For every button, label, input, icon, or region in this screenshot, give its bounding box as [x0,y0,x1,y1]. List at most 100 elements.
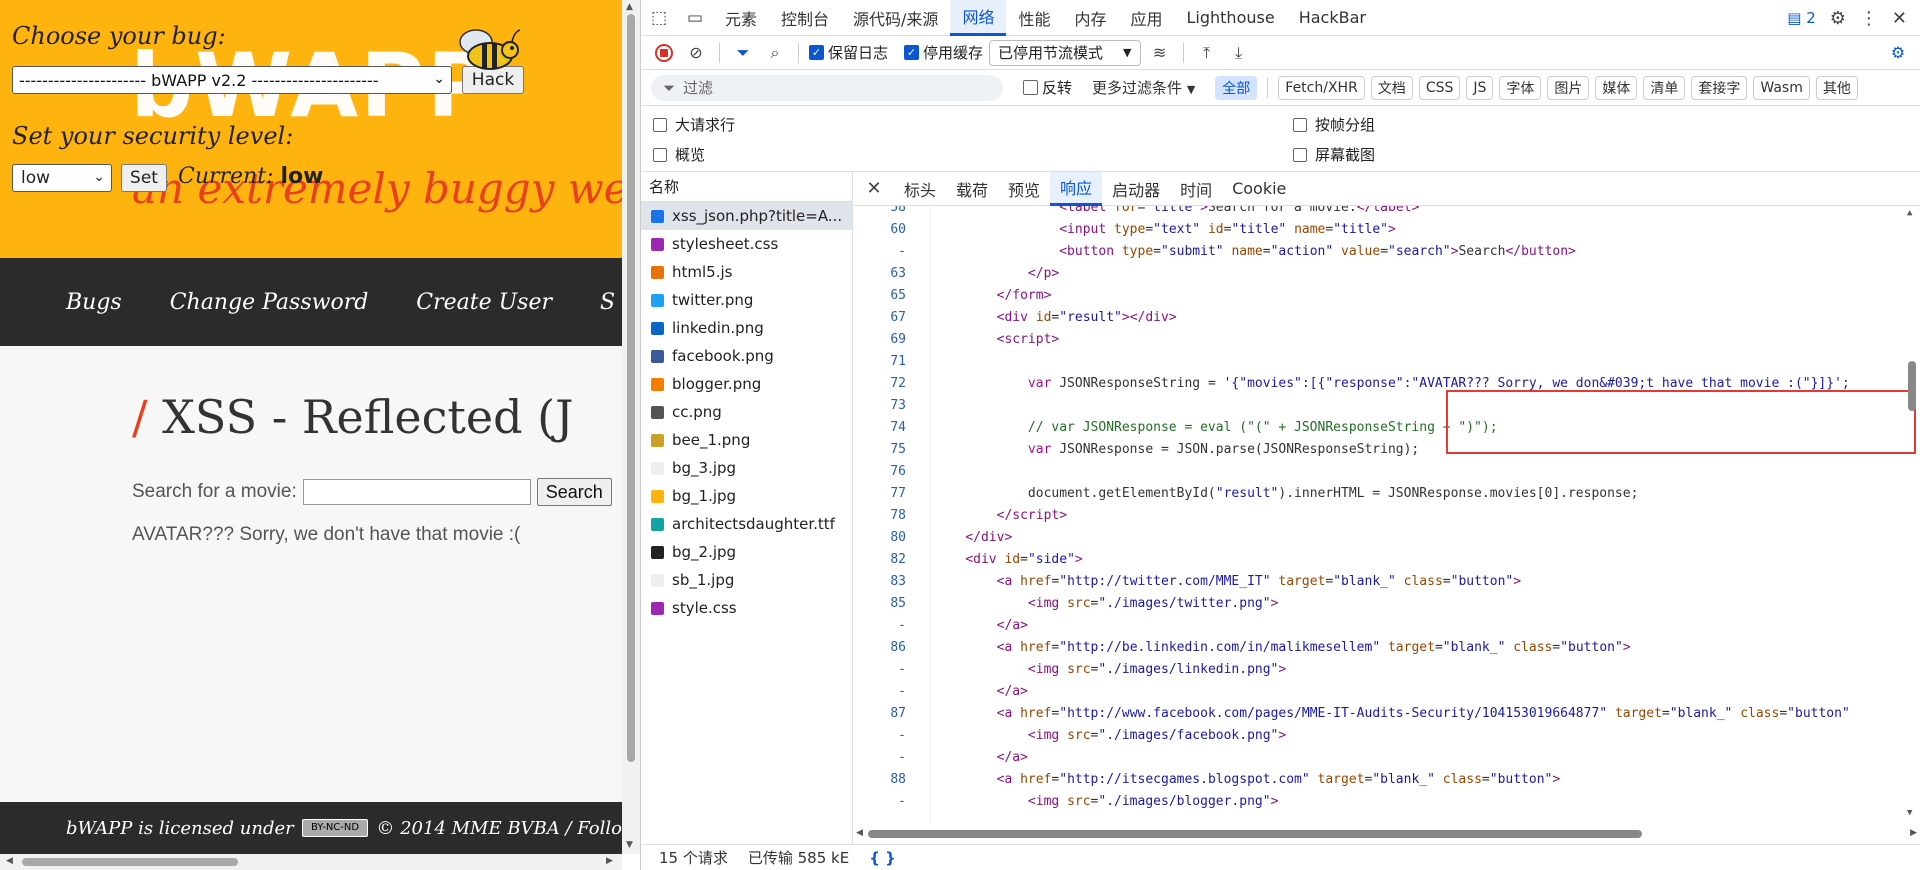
preserve-log-checkbox[interactable]: ✓ 保留日志 [809,42,888,63]
filter-chip-fetch-xhr[interactable]: Fetch/XHR [1278,75,1365,100]
tab-timing[interactable]: 时间 [1170,172,1222,206]
settings-gear-icon[interactable]: ⚙ [1830,8,1846,29]
request-item[interactable]: xss_json.php?title=A... [641,202,852,230]
request-item[interactable]: sb_1.jpg [641,566,852,594]
request-item[interactable]: style.css [641,594,852,622]
request-item[interactable]: cc.png [641,398,852,426]
request-item[interactable]: bg_3.jpg [641,454,852,482]
clear-icon[interactable]: ⊘ [683,40,709,66]
request-item[interactable]: stylesheet.css [641,230,852,258]
tab-console[interactable]: 控制台 [769,0,841,36]
filter-chip-media[interactable]: 媒体 [1595,75,1638,100]
scroll-down-icon[interactable]: ▼ [626,840,633,850]
request-item[interactable]: html5.js [641,258,852,286]
tab-network[interactable]: 网络 [950,0,1007,36]
request-item[interactable]: twitter.png [641,286,852,314]
close-detail-icon[interactable]: ✕ [854,178,894,199]
screenshots-checkbox[interactable]: 屏幕截图 [1293,144,1375,165]
search-input[interactable] [302,479,531,505]
menu-item-create-user[interactable]: Create User [416,290,552,315]
tab-cookies[interactable]: Cookie [1222,172,1296,206]
name-column-header[interactable]: 名称 [641,172,852,202]
export-har-icon[interactable]: ⤓ [1226,40,1252,66]
overview-checkbox[interactable]: 概览 [653,144,705,165]
more-filters-dropdown[interactable]: 更多过滤条件 ▼ [1078,77,1209,98]
filter-chip-js[interactable]: JS [1466,75,1494,100]
throttle-select[interactable]: 已停用节流模式 ▼ [989,39,1141,66]
filter-chip-wasm[interactable]: Wasm [1753,75,1810,100]
filter-chip-all[interactable]: 全部 [1215,75,1258,100]
tab-memory[interactable]: 内存 [1062,0,1118,36]
tab-application[interactable]: 应用 [1118,0,1174,36]
filter-chip-css[interactable]: CSS [1418,75,1461,100]
request-item[interactable]: bg_1.jpg [641,482,852,510]
filter-chip-other[interactable]: 其他 [1815,75,1858,100]
device-toolbar-icon[interactable]: ▭ [677,0,713,36]
code-scroll-thumb[interactable] [1908,361,1916,411]
tab-hackbar[interactable]: HackBar [1287,0,1378,36]
scroll-left-icon[interactable]: ◀ [856,828,863,838]
more-options-icon[interactable]: ⋮ [1860,8,1878,29]
scroll-left-icon[interactable]: ◀ [6,856,13,866]
group-by-frame-checkbox[interactable]: 按帧分组 [1293,114,1375,135]
request-item[interactable]: bee_1.png [641,426,852,454]
search-button[interactable]: Search [536,478,612,506]
disable-cache-checkbox[interactable]: ✓ 停用缓存 [904,42,983,63]
tab-response[interactable]: 响应 [1050,171,1103,206]
code-horizontal-scrollbar[interactable]: ◀ ▶ [854,824,1920,844]
tab-headers[interactable]: 标头 [894,172,946,206]
filter-chip-manifest[interactable]: 清单 [1643,75,1686,100]
tab-initiator[interactable]: 启动器 [1102,172,1170,206]
code-line: 82 <div id="side"> [854,548,1920,570]
scroll-right-icon[interactable]: ▶ [1910,828,1917,838]
filter-chip-socket[interactable]: 套接字 [1691,75,1748,100]
code-vertical-scrollbar[interactable]: ▲ ▼ [1905,206,1919,824]
import-har-icon[interactable]: ⤒ [1194,40,1220,66]
page-hscroll-thumb[interactable] [22,858,238,866]
tab-preview[interactable]: 预览 [998,172,1050,206]
line-number: - [898,683,906,699]
inspect-element-icon[interactable]: ⬚ [641,0,677,36]
pretty-print-icon[interactable]: { } [869,849,896,867]
scroll-up-icon[interactable]: ▲ [626,2,633,12]
bug-select[interactable]: ---------------------- bWAPP v2.2 ------… [12,66,452,94]
network-conditions-icon[interactable]: ≋ [1147,40,1173,66]
close-icon[interactable]: ✕ [1892,8,1907,29]
menu-item-truncated[interactable]: S [600,290,615,315]
menu-item-change-password[interactable]: Change Password [170,290,369,315]
request-item[interactable]: blogger.png [641,370,852,398]
invert-checkbox[interactable]: 反转 [1023,77,1072,98]
page-horizontal-scrollbar[interactable]: ◀ ▶ [0,854,622,870]
line-number: - [898,617,906,633]
search-icon[interactable]: ⌕ [762,40,788,66]
menu-item-bugs[interactable]: Bugs [66,290,122,315]
scroll-right-icon[interactable]: ▶ [606,856,613,866]
page-vertical-scrollbar[interactable]: ▲ ▼ [622,0,640,854]
scroll-up-icon[interactable]: ▲ [1907,208,1912,218]
tab-lighthouse[interactable]: Lighthouse [1175,0,1287,36]
request-item[interactable]: facebook.png [641,342,852,370]
request-item[interactable]: architectsdaughter.ttf [641,510,852,538]
filter-chip-img[interactable]: 图片 [1547,75,1590,100]
filter-input[interactable]: ⏷ 过滤 [651,74,1003,101]
page-scroll-thumb[interactable] [627,14,635,762]
tab-sources[interactable]: 源代码/来源 [841,0,950,36]
request-item[interactable]: linkedin.png [641,314,852,342]
cc-license-badge[interactable]: BY-NC-ND [301,819,369,837]
tab-elements[interactable]: 元素 [713,0,769,36]
tab-payload[interactable]: 载荷 [946,172,998,206]
request-name: bee_1.png [672,431,751,449]
security-level-select[interactable]: low ⌄ [12,164,112,192]
record-icon[interactable] [651,40,677,66]
filter-chip-doc[interactable]: 文档 [1370,75,1413,100]
set-button[interactable]: Set [121,164,167,192]
network-settings-icon[interactable]: ⚙ [1885,40,1911,66]
scroll-down-icon[interactable]: ▼ [1907,808,1912,818]
filter-icon[interactable]: ⏷ [730,40,756,66]
tab-performance[interactable]: 性能 [1006,0,1062,36]
big-request-rows-checkbox[interactable]: 大请求行 [653,114,735,135]
issues-badge[interactable]: ▤ 2 [1787,9,1816,27]
request-item[interactable]: bg_2.jpg [641,538,852,566]
code-hscroll-thumb[interactable] [868,830,1642,838]
filter-chip-font[interactable]: 字体 [1499,75,1542,100]
